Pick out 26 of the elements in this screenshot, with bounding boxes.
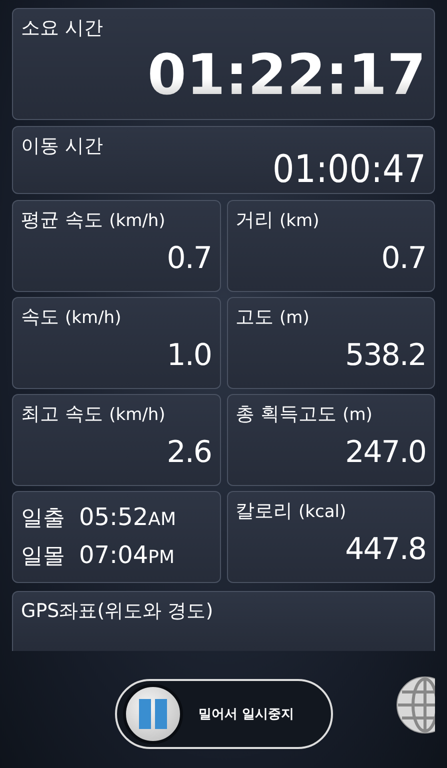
slide-to-pause-slider[interactable]: 밀어서 일시중지: [114, 679, 332, 749]
stat-label: 고도 (m): [236, 305, 310, 330]
sun-time: 07:04PM: [79, 541, 175, 569]
gps-label: GPS좌표(위도와 경도): [21, 599, 214, 624]
stat-value: 0.7: [166, 241, 212, 276]
stat-value: 0.7: [381, 241, 426, 276]
sun-time: 05:52AM: [79, 503, 176, 531]
sun-label: 일몰: [21, 543, 65, 571]
stat-value: 538.2: [345, 338, 426, 373]
stat-label: 칼로리 (kcal): [236, 499, 348, 524]
stat-label: 속도 (km/h): [21, 305, 122, 330]
stat-label: 최고 속도 (km/h): [21, 402, 166, 427]
stat-label: 총 획득고도 (m): [236, 402, 374, 427]
stat-value: 447.8: [345, 532, 426, 567]
stat-value: 2.6: [166, 435, 212, 470]
stat-label: 평균 속도 (km/h): [21, 208, 166, 233]
moving-time-label: 이동 시간: [21, 134, 104, 159]
pause-icon: [136, 699, 168, 729]
total-time-label: 소요 시간: [21, 16, 104, 41]
sun-label: 일출: [21, 505, 65, 533]
stat-value: 247.0: [345, 435, 426, 470]
stat-value: 1.0: [166, 338, 212, 373]
pause-knob[interactable]: [122, 684, 182, 744]
globe-icon[interactable]: [395, 675, 435, 735]
moving-time-value: 01:00:47: [272, 147, 426, 191]
stat-label: 거리 (km): [236, 208, 320, 233]
